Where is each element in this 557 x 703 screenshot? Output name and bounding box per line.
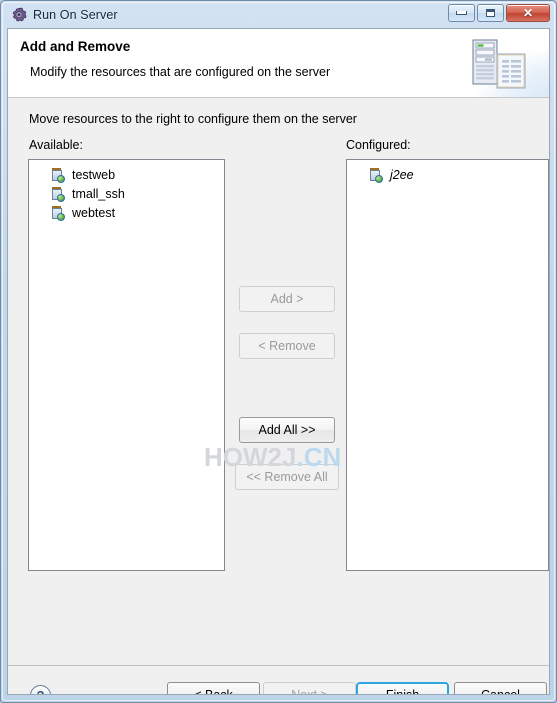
instruction-text: Move resources to the right to configure… bbox=[29, 112, 357, 126]
back-button[interactable]: < Back bbox=[167, 682, 260, 694]
window-controls: ✕ bbox=[446, 4, 550, 22]
available-list[interactable]: testweb tmall_ssh webtest bbox=[28, 159, 225, 571]
list-item[interactable]: testweb bbox=[29, 165, 224, 184]
web-project-icon bbox=[50, 186, 66, 202]
list-item-label: j2ee bbox=[390, 167, 414, 182]
remove-all-button[interactable]: << Remove All bbox=[235, 464, 339, 490]
wizard-banner: Add and Remove Modify the resources that… bbox=[8, 29, 549, 98]
dialog-client: Add and Remove Modify the resources that… bbox=[7, 28, 550, 695]
restore-icon bbox=[486, 9, 495, 17]
page-subtitle: Modify the resources that are configured… bbox=[30, 65, 331, 79]
restore-button[interactable] bbox=[477, 4, 504, 22]
list-item[interactable]: tmall_ssh bbox=[29, 184, 224, 203]
list-item-label: testweb bbox=[72, 167, 116, 182]
web-project-icon bbox=[50, 167, 66, 183]
dialog-window: Run On Server ✕ Add and Remove Modify th… bbox=[0, 0, 557, 703]
window-title: Run On Server bbox=[33, 7, 118, 22]
web-project-icon bbox=[50, 205, 66, 221]
gear-icon bbox=[11, 7, 27, 23]
web-project-icon bbox=[368, 167, 384, 183]
cancel-button[interactable]: Cancel bbox=[454, 682, 547, 694]
remove-button[interactable]: < Remove bbox=[239, 333, 335, 359]
page-title: Add and Remove bbox=[20, 39, 131, 54]
server-document-icon bbox=[469, 38, 531, 90]
finish-button[interactable]: Finish bbox=[356, 682, 449, 694]
list-item-label: tmall_ssh bbox=[72, 186, 125, 201]
list-item-label: webtest bbox=[72, 205, 116, 220]
close-button[interactable]: ✕ bbox=[506, 4, 550, 22]
minimize-button[interactable] bbox=[448, 4, 475, 22]
next-button[interactable]: Next > bbox=[263, 682, 356, 694]
close-icon: ✕ bbox=[522, 6, 534, 20]
list-item[interactable]: webtest bbox=[29, 203, 224, 222]
configured-label: Configured: bbox=[346, 138, 411, 152]
add-button[interactable]: Add > bbox=[239, 286, 335, 312]
add-all-button[interactable]: Add All >> bbox=[239, 417, 335, 443]
title-bar[interactable]: Run On Server ✕ bbox=[7, 1, 550, 28]
configured-list[interactable]: j2ee bbox=[346, 159, 549, 571]
dialog-footer: ? < Back Next > Finish Cancel bbox=[8, 665, 549, 694]
help-icon[interactable]: ? bbox=[30, 685, 51, 694]
list-item[interactable]: j2ee bbox=[347, 165, 548, 184]
available-label: Available: bbox=[29, 138, 83, 152]
wizard-body: Move resources to the right to configure… bbox=[8, 98, 549, 665]
minimize-icon bbox=[456, 11, 467, 15]
